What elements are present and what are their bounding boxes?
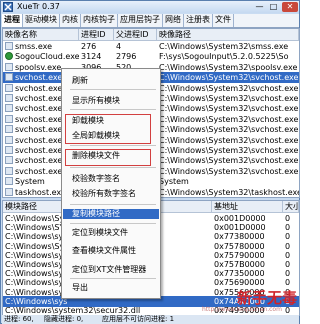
cell-pid: 3124 — [81, 52, 102, 62]
window-icon — [5, 114, 13, 123]
cell-path: C:\Windows\System32\svchost.exe — [159, 166, 299, 176]
tab-0[interactable]: 进程 — [2, 14, 23, 27]
cell-path: C:\Windows\System32\svchost.exe — [159, 83, 299, 93]
cell-ppid: 4 — [116, 42, 122, 51]
window-icon — [5, 125, 13, 134]
cell-path: C:\Windows\System32\svchost.exe — [159, 156, 299, 166]
column-size[interactable]: 大小 — [283, 201, 299, 212]
window-icon — [5, 62, 13, 71]
cell-path: C:\Windows\System32\spoolsv.exe — [159, 62, 298, 72]
table-row[interactable]: smss.exe 276 4 C:\Windows\System32\smss.exe — [3, 41, 299, 52]
window-icon — [5, 166, 13, 175]
cell-pid: 276 — [81, 42, 97, 51]
cell-path: C:\Windows\System32\svchost.exe — [159, 146, 299, 155]
menu-separator — [70, 109, 156, 110]
column-image-name[interactable]: 映像名称 — [3, 29, 79, 40]
menu-separator — [70, 204, 156, 205]
cell-path: C:\Windows\System32\svchost.exe — [159, 135, 299, 145]
window-icon — [5, 146, 13, 154]
tab-1[interactable]: 驱动模块 — [23, 14, 60, 27]
window-title: XueTr 0.37 — [17, 2, 60, 11]
column-pid[interactable]: 进程ID — [79, 29, 114, 40]
cell-path: C:\Windows\System32\taskhost.exe — [159, 187, 299, 197]
menu-verify-signature[interactable]: 校验数字签名 — [72, 174, 120, 184]
menu-locate-in-xt-file-manager[interactable]: 定位到XT文件管理器 — [72, 265, 146, 275]
menu-separator — [70, 167, 156, 168]
status-process-count: 进程: 60, — [4, 315, 34, 323]
annotation-red-box — [65, 149, 151, 166]
window-icon — [5, 73, 13, 82]
menu-separator — [70, 89, 156, 90]
column-ppid[interactable]: 父进程ID — [114, 29, 157, 40]
minimize-button[interactable]: — — [253, 2, 266, 12]
cell-path: C:\Windows\System32\svchost.exe — [159, 73, 299, 83]
window-icon — [5, 83, 13, 92]
tab-5[interactable]: 网络 — [163, 14, 184, 27]
tab-6[interactable]: 注册表 — [184, 14, 213, 27]
cell-path: System — [159, 177, 189, 187]
tab-7[interactable]: 文件 — [213, 14, 234, 27]
status-bar: 进程: 60, 隐藏进程: 0, 应用层不可访问进程: 1 — [2, 315, 299, 324]
tab-3[interactable]: 内核钩子 — [81, 14, 118, 27]
maximize-button[interactable]: □ — [267, 2, 280, 12]
window-icon — [5, 42, 13, 50]
window-icon — [5, 135, 13, 144]
menu-verify-all-signatures[interactable]: 校验所有数字签名 — [72, 189, 136, 199]
table-row[interactable]: SogouCloud.exe 3124 2796 F:\sys\SogouInput\… — [3, 51, 299, 62]
cell-path: C:\Windows\System32\svchost.exe — [159, 104, 299, 114]
watermark-logo: 新手无毒 — [237, 289, 298, 307]
watermark-url: http://www.leiqulzhan.com — [202, 306, 282, 313]
cell-path: C:\Windows\System32\smss.exe — [159, 42, 289, 51]
cell-name: SogouCloud.exe — [15, 52, 79, 62]
menu-view-file-properties[interactable]: 查看模块文件属性 — [72, 246, 136, 256]
title-bar[interactable]: XueTr 0.37 — □ ✕ — [1, 1, 299, 13]
window-icon — [5, 187, 13, 196]
status-hidden-count: 隐藏进程: 0, — [44, 315, 84, 323]
column-image-path[interactable]: 映像路径 — [157, 29, 299, 40]
menu-separator — [70, 278, 156, 279]
app-icon — [3, 2, 13, 12]
cell-path: C:\Windows\System32\svchost.exe — [159, 125, 299, 135]
annotation-red-box — [65, 114, 151, 144]
process-table-header: 映像名称 进程ID 父进程ID 映像路径 — [3, 29, 299, 41]
cell-path: C:\Windows\System32\svchost.exe — [159, 114, 299, 124]
xuetr-window: XueTr 0.37 — □ ✕ 进程 驱动模块 内核 内核钩子 应用层钩子 网络 注册表文… — [0, 0, 300, 324]
sogou-icon — [5, 52, 13, 61]
window-icon — [5, 177, 13, 186]
status-ring3-inaccessible: 应用层不可访问进程: 1 — [102, 315, 175, 323]
menu-export[interactable]: 导出 — [72, 283, 88, 293]
column-base-address[interactable]: 基地址 — [212, 201, 283, 212]
tab-bar: 进程 驱动模块 内核 内核钩子 应用层钩子 网络 注册表 文件 — [2, 14, 299, 28]
menu-show-all-modules[interactable]: 显示所有模块 — [72, 96, 120, 106]
menu-refresh[interactable]: 刷新 — [72, 76, 88, 86]
window-icon — [5, 94, 13, 102]
cell-ppid: 2796 — [116, 52, 137, 62]
tab-4[interactable]: 应用层钩子 — [118, 14, 163, 27]
cell-path: F:\sys\SogouInput\5.2.0.5225\So — [159, 52, 289, 62]
menu-separator — [70, 223, 156, 224]
menu-separator — [70, 145, 156, 146]
tab-2[interactable]: 内核 — [60, 14, 81, 27]
cell-name: smss.exe — [15, 42, 53, 51]
menu-locate-module-file[interactable]: 定位到模块文件 — [72, 228, 128, 238]
cell-path: C:\Windows\System32\svchost.exe — [159, 94, 299, 103]
context-menu: 刷新 显示所有模块 卸载模块 全局卸载模块 删除模块文件 校验数字签名 校验所有数字签名 复制… — [61, 68, 161, 299]
window-icon — [5, 104, 13, 113]
menu-copy-module-path[interactable]: 复制模块路径 — [63, 209, 159, 219]
close-button[interactable]: ✕ — [282, 2, 298, 12]
window-icon — [5, 156, 13, 165]
